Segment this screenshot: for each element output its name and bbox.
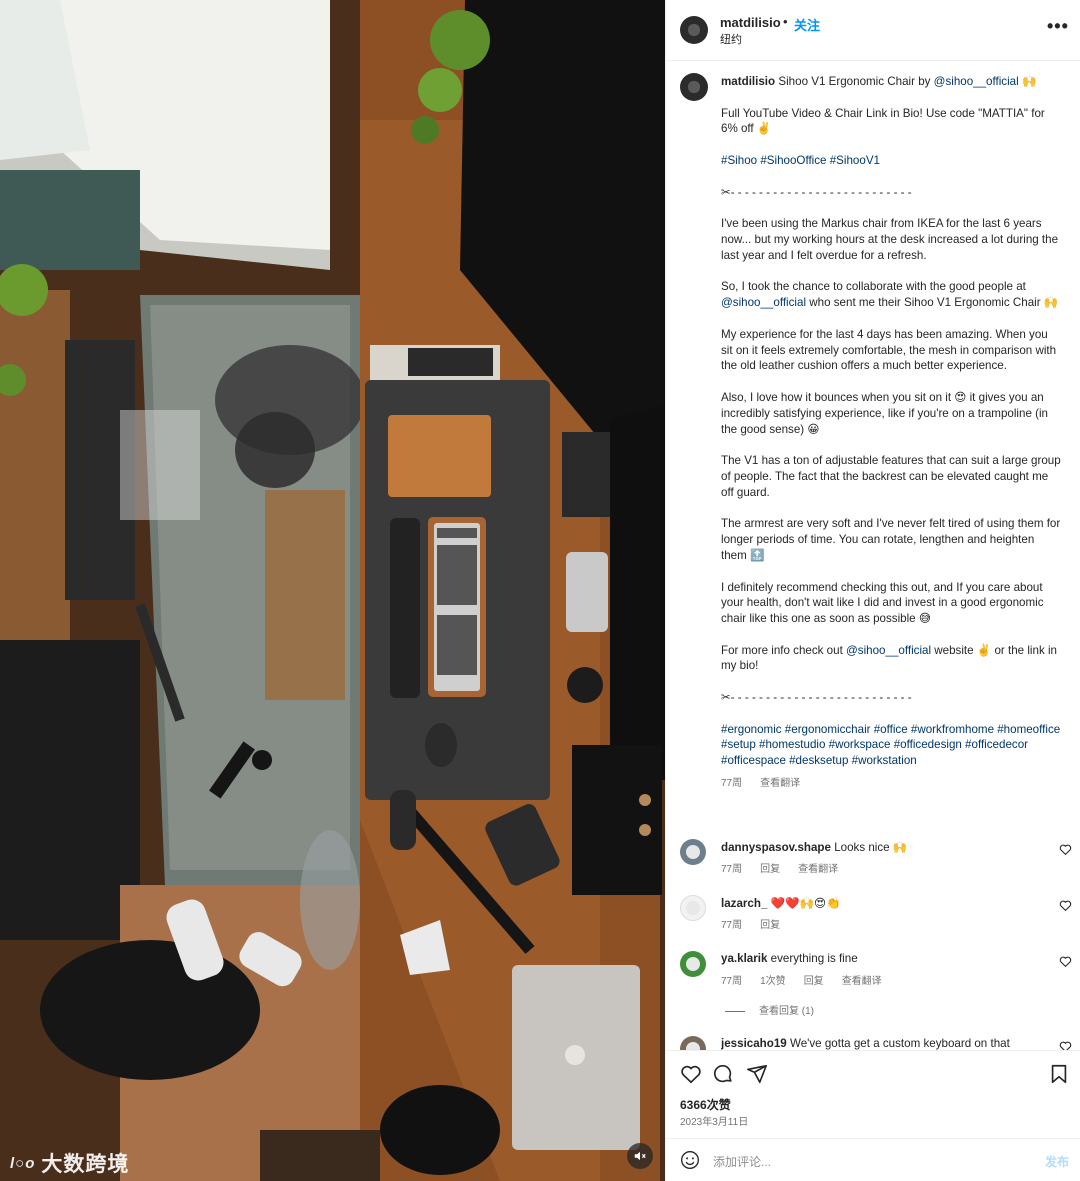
caption-paragraph: Full YouTube Video & Chair Link in Bio! … xyxy=(721,106,1049,136)
more-options-icon[interactable]: ••• xyxy=(1047,16,1069,37)
comment-body: ❤️❤️🙌😍👏 xyxy=(770,897,841,910)
caption-title-emoji: 🙌 xyxy=(1018,75,1037,88)
heart-icon[interactable] xyxy=(1059,1040,1072,1050)
translate-link[interactable]: 查看翻译 xyxy=(842,976,882,987)
caption-divider: ✂- - - - - - - - - - - - - - - - - - - -… xyxy=(721,691,912,705)
post-media[interactable]: l○o 大数跨境 xyxy=(0,0,665,1181)
heart-icon[interactable] xyxy=(680,1063,702,1085)
post-actions: 6366次赞 2023年3月11日 xyxy=(666,1050,1080,1138)
post-location[interactable]: 纽约 xyxy=(720,31,742,47)
comment-text: jessicaho19 We've gotta get a custom key… xyxy=(721,1037,1051,1050)
caption-text: For more info check out xyxy=(721,643,847,657)
comment-likes[interactable]: 1次赞 xyxy=(760,976,786,987)
comment-body: everything is fine xyxy=(770,952,858,965)
comment-text: ya.klarik everything is fine xyxy=(721,952,1051,965)
video-frame-desk-setup xyxy=(0,0,665,1181)
post-date[interactable]: 2023年3月11日 xyxy=(680,1113,748,1128)
reply-button[interactable]: 回复 xyxy=(804,976,824,987)
comment-body: We've gotta get a custom keyboard on tha… xyxy=(789,1037,1010,1050)
caption-paragraph: So, I took the chance to collaborate wit… xyxy=(721,279,1061,311)
post-caption: matdilisio Sihoo V1 Ergonomic Chair by @… xyxy=(721,74,1061,792)
caption-title: matdilisio Sihoo V1 Ergonomic Chair by @… xyxy=(721,74,1061,90)
heart-icon[interactable] xyxy=(1059,955,1072,968)
comment-composer: 添加评论... 发布 xyxy=(666,1138,1080,1181)
comment-time[interactable]: 77周 xyxy=(721,920,742,931)
likes-count[interactable]: 6366次赞 xyxy=(680,1096,731,1113)
view-replies-label: 查看回复 (1) xyxy=(759,1006,814,1017)
header-separator: • xyxy=(783,14,788,29)
commenter-username[interactable]: lazarch_ xyxy=(721,897,767,910)
share-icon[interactable] xyxy=(746,1063,768,1085)
commenter-avatar[interactable] xyxy=(680,1036,706,1050)
reply-button[interactable]: 回复 xyxy=(760,864,780,875)
view-replies-button[interactable]: 查看回复 (1) xyxy=(725,1002,814,1017)
caption-divider: ✂- - - - - - - - - - - - - - - - - - - -… xyxy=(721,185,912,199)
comment-time[interactable]: 77周 xyxy=(721,976,742,987)
mention-link[interactable]: @sihoo__official xyxy=(721,296,806,309)
heart-icon[interactable] xyxy=(1059,899,1072,912)
mention-link[interactable]: @sihoo__official xyxy=(846,644,931,657)
replies-line xyxy=(725,1010,745,1012)
caption-paragraph: I definitely recommend checking this out… xyxy=(721,580,1047,626)
bookmark-icon[interactable] xyxy=(1048,1063,1070,1085)
commenter-avatar[interactable] xyxy=(680,895,706,921)
caption-meta: 77周 查看翻译 xyxy=(721,776,1061,792)
comment-input[interactable]: 添加评论... xyxy=(713,1153,771,1170)
caption-text: who sent me their Sihoo V1 Ergonomic Cha… xyxy=(806,296,1059,310)
mute-button[interactable] xyxy=(627,1143,653,1169)
caption-text: So, I took the chance to collaborate wit… xyxy=(721,280,1030,294)
caption-paragraph: My experience for the last 4 days has be… xyxy=(721,327,1060,373)
commenter-avatar[interactable] xyxy=(680,951,706,977)
comment-text: lazarch_ ❤️❤️🙌😍👏 xyxy=(721,896,1051,910)
comment-time[interactable]: 77周 xyxy=(721,864,742,875)
comment-text: dannyspasov.shape Looks nice 🙌 xyxy=(721,840,1051,854)
comment-body: Looks nice 🙌 xyxy=(834,841,908,854)
post-side-panel: matdilisio • 关注 纽约 ••• matdilisio Sihoo … xyxy=(665,0,1080,1181)
author-username[interactable]: matdilisio xyxy=(720,15,781,30)
comment-meta: 77周 回复 查看翻译 xyxy=(721,860,856,875)
author-avatar[interactable] xyxy=(680,16,708,44)
heart-icon[interactable] xyxy=(1059,843,1072,856)
translate-link[interactable]: 查看翻译 xyxy=(798,864,838,875)
post-header: matdilisio • 关注 纽约 ••• xyxy=(666,0,1080,61)
caption-paragraph: The armrest are very soft and I've never… xyxy=(721,517,1064,562)
watermark-logo: l○o xyxy=(10,1154,36,1172)
mention-link[interactable]: @sihoo__official xyxy=(934,75,1019,88)
caption-hashtags[interactable]: #ergonomic #ergonomicchair #office #work… xyxy=(721,722,1061,769)
commenter-avatar[interactable] xyxy=(680,839,706,865)
watermark: l○o 大数跨境 xyxy=(10,1148,129,1178)
caption-title-text: Sihoo V1 Ergonomic Chair by xyxy=(778,75,934,88)
speaker-muted-icon xyxy=(634,1151,646,1161)
comment-meta: 77周 回复 xyxy=(721,916,798,931)
translate-link[interactable]: 查看翻译 xyxy=(760,778,800,789)
watermark-text: 大数跨境 xyxy=(41,1153,130,1176)
caption-paragraph: The V1 has a ton of adjustable features … xyxy=(721,454,1064,499)
caption-paragraph: For more info check out @sihoo__official… xyxy=(721,643,1061,675)
comment-meta: 77周 1次赞 回复 查看翻译 xyxy=(721,972,900,987)
caption-time[interactable]: 77周 xyxy=(721,778,742,789)
caption-paragraph: Also, I love how it bounces when you sit… xyxy=(721,390,1052,436)
reply-button[interactable]: 回复 xyxy=(760,920,780,931)
caption-hashtags[interactable]: #Sihoo #SihooOffice #SihooV1 xyxy=(721,153,1061,169)
follow-button[interactable]: 关注 xyxy=(794,15,820,34)
caption-paragraph: I've been using the Markus chair from IK… xyxy=(721,217,1062,262)
commenter-username[interactable]: jessicaho19 xyxy=(721,1037,787,1050)
comments-scroll-area[interactable]: matdilisio Sihoo V1 Ergonomic Chair by @… xyxy=(666,62,1080,1050)
comment-icon[interactable] xyxy=(712,1063,734,1085)
emoji-icon[interactable] xyxy=(680,1150,700,1170)
commenter-username[interactable]: dannyspasov.shape xyxy=(721,841,831,854)
post-comment-button[interactable]: 发布 xyxy=(1045,1153,1069,1170)
caption-username[interactable]: matdilisio xyxy=(721,75,775,88)
caption-avatar[interactable] xyxy=(680,73,708,101)
commenter-username[interactable]: ya.klarik xyxy=(721,952,767,965)
